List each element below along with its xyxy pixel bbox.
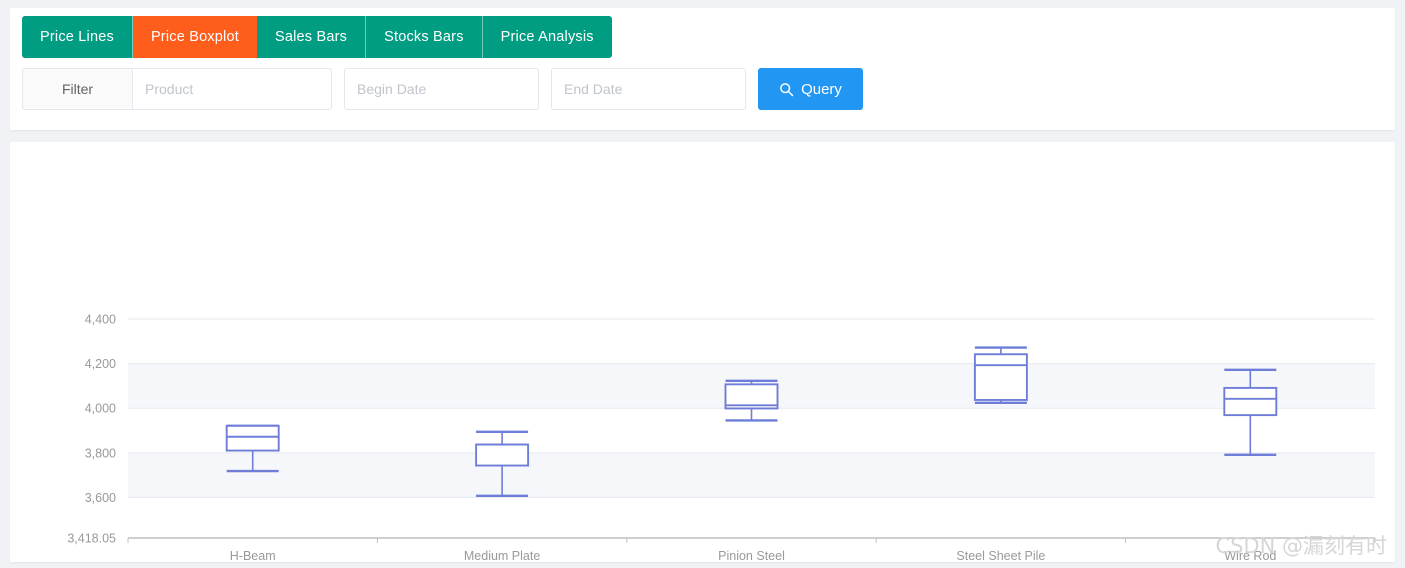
x-axis-tick-label: Pinion Steel — [718, 549, 785, 562]
tab-price-lines[interactable]: Price Lines — [22, 16, 133, 58]
x-axis-tick-label: Wire Rod — [1224, 549, 1276, 562]
x-axis-tick-label: Medium Plate — [464, 549, 540, 562]
tab-label: Price Lines — [40, 29, 114, 45]
y-axis-tick-label: 3,800 — [85, 446, 116, 460]
tab-label: Stocks Bars — [384, 29, 464, 45]
begin-date-input[interactable] — [344, 68, 539, 110]
x-axis-tick-label: Steel Sheet Pile — [956, 549, 1045, 562]
query-button-label: Query — [801, 80, 842, 98]
box-body — [1223, 386, 1278, 417]
tab-sales-bars[interactable]: Sales Bars — [256, 16, 367, 58]
tab-label: Sales Bars — [274, 29, 348, 45]
boxplot-item-2[interactable] — [724, 379, 779, 422]
y-axis-tick-label: 3,600 — [85, 491, 116, 505]
filter-row: Filter Query — [22, 68, 863, 110]
box-body — [225, 424, 280, 452]
search-icon — [779, 82, 794, 97]
box-body — [475, 443, 530, 467]
y-axis-tick-label: 3,418.05 — [67, 532, 116, 546]
tab-label: Price Analysis — [500, 29, 594, 45]
boxplot-item-3[interactable] — [973, 346, 1028, 405]
query-button[interactable]: Query — [758, 68, 863, 110]
x-axis-tick-label: H-Beam — [230, 549, 276, 562]
y-axis-tick-label: 4,400 — [85, 313, 116, 327]
y-axis-tick-label: 4,000 — [85, 402, 116, 416]
tab-price-boxplot[interactable]: Price Boxplot — [132, 16, 257, 58]
tab-price-analysis[interactable]: Price Analysis — [482, 16, 612, 58]
filter-panel: Price Lines Price Boxplot Sales Bars Stocks… — [10, 8, 1395, 130]
filter-label: Filter — [22, 68, 132, 110]
product-input[interactable] — [132, 68, 332, 110]
end-date-input[interactable] — [551, 68, 746, 110]
chart-type-tabbar: Price Lines Price Boxplot Sales Bars Stocks… — [22, 16, 612, 58]
y-axis-tick-label: 4,200 — [85, 357, 116, 371]
chart-band-1 — [128, 452, 1375, 498]
tab-stocks-bars[interactable]: Stocks Bars — [366, 16, 483, 58]
tab-label: Price Boxplot — [150, 29, 239, 45]
price-boxplot-chart[interactable]: 3,418.05 3,600 3,800 4,000 4,200 4,400 H-Beam M… — [10, 142, 1395, 562]
boxplot-chart-panel: 3,418.05 3,600 3,800 4,000 4,200 4,400 H-Beam M… — [10, 142, 1395, 562]
box-body — [973, 353, 1028, 401]
